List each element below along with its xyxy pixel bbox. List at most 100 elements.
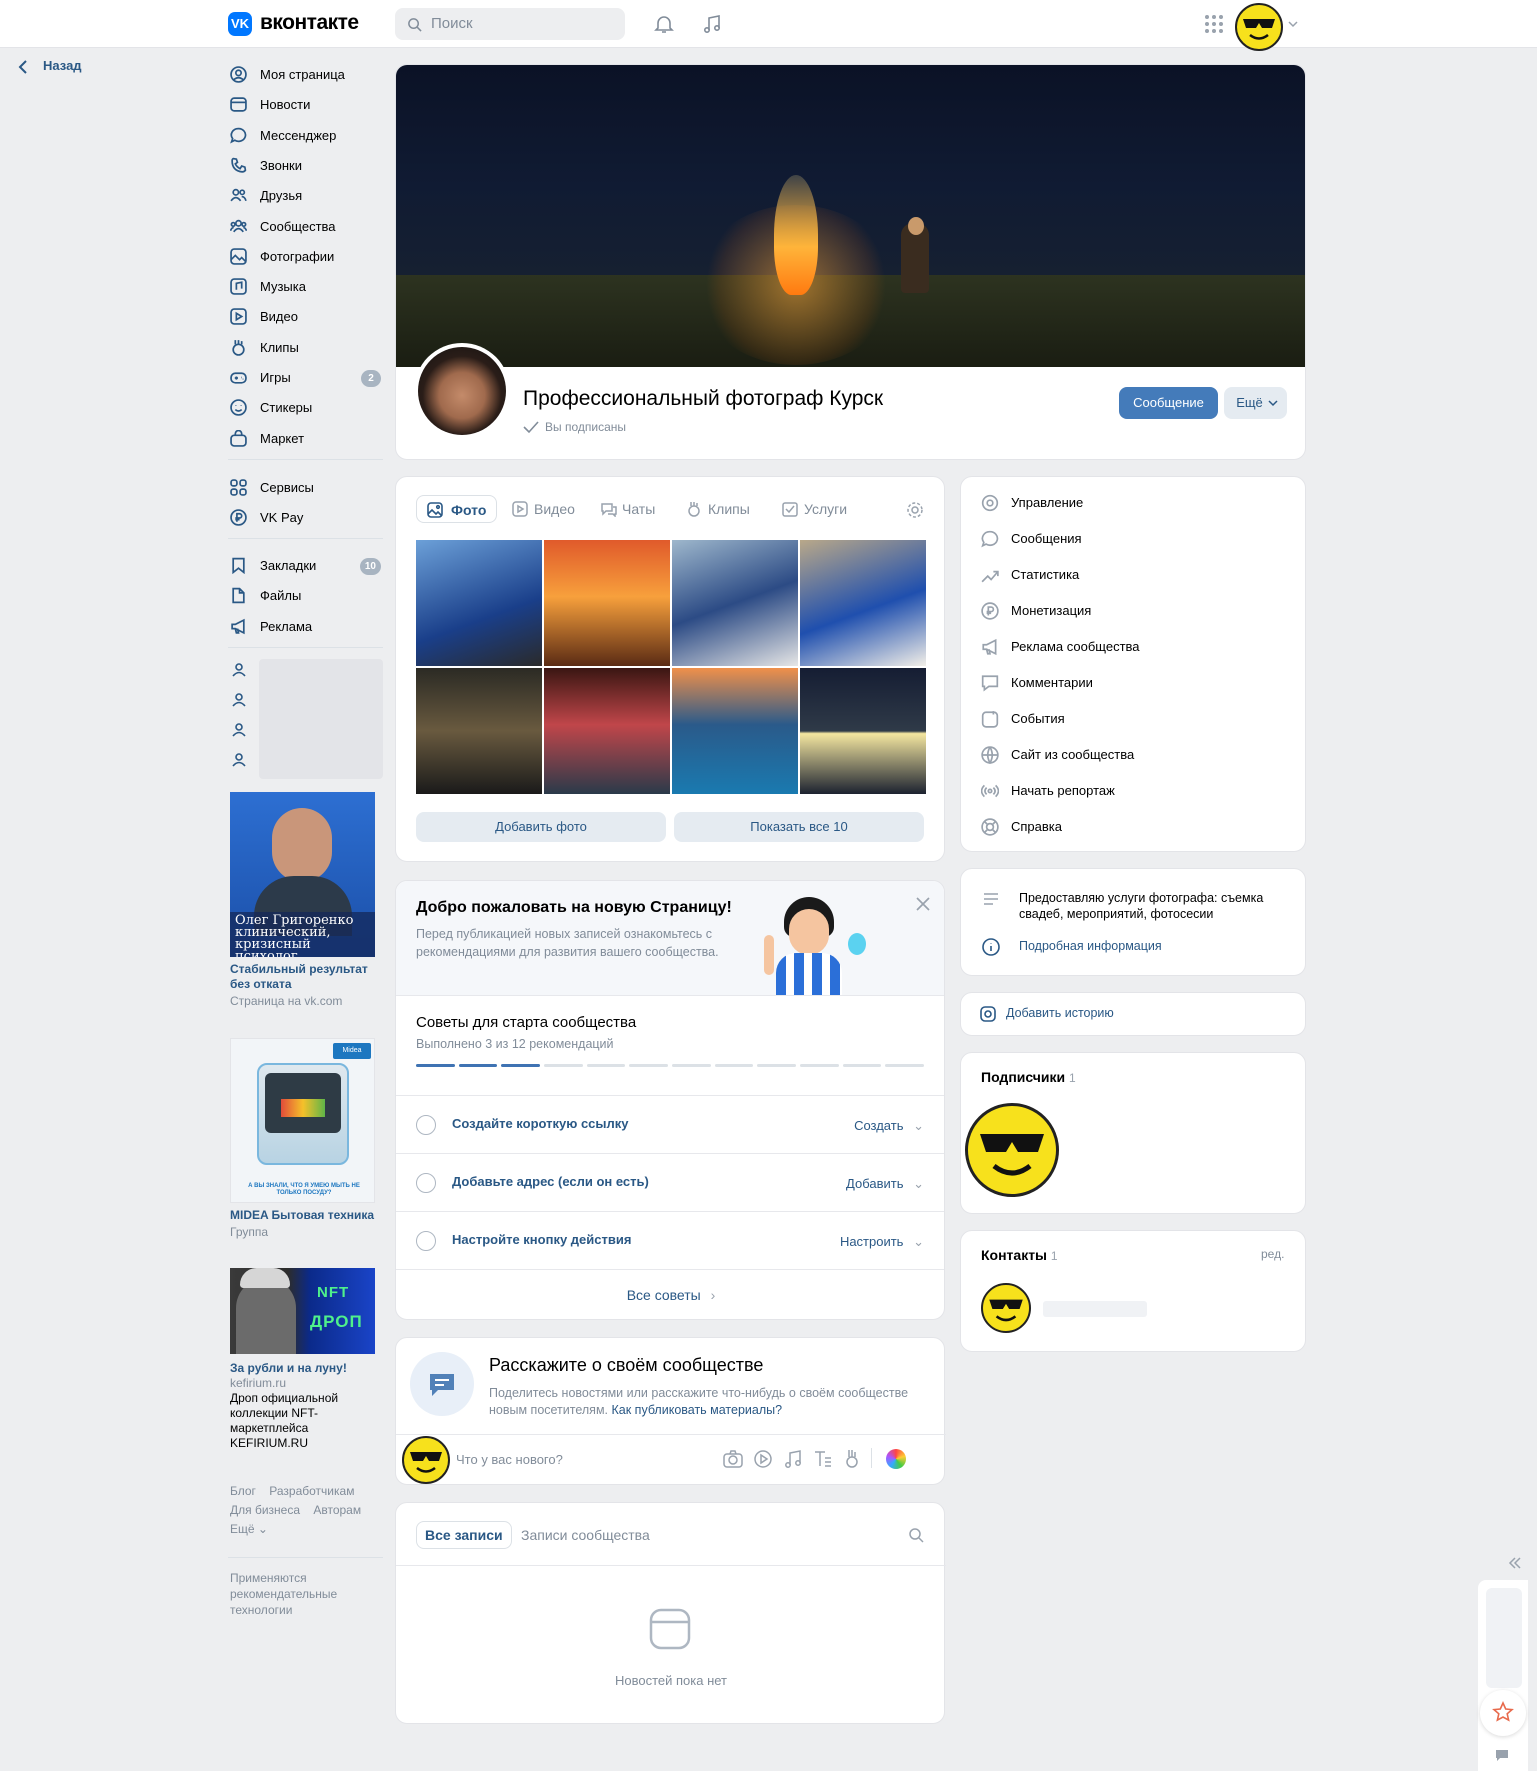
ad-block[interactable]: Midea А ВЫ ЗНАЛИ, ЧТО Я УМЕЮ МЫТЬ НЕ ТОЛ… — [230, 1038, 375, 1240]
sidebar-item-vkpay[interactable]: VK Pay — [228, 503, 383, 533]
tip-radio[interactable] — [416, 1231, 436, 1251]
sidebar-item-photos[interactable]: Фотографии — [228, 242, 383, 272]
sidebar-item-clips[interactable]: Клипы — [228, 333, 383, 363]
management-item-message[interactable]: Сообщения — [981, 521, 1281, 557]
sidebar-item-user-circle[interactable]: Моя страница — [228, 60, 383, 90]
footer-link-developers[interactable]: Разработчикам — [269, 1484, 354, 1498]
group-icon[interactable] — [230, 662, 248, 678]
video-icon[interactable] — [754, 1450, 772, 1468]
group-icon[interactable] — [230, 752, 248, 768]
sidebar-item-phone[interactable]: Звонки — [228, 151, 383, 181]
camera-icon[interactable] — [723, 1450, 743, 1468]
tip-row[interactable]: Настройте кнопку действия Настроить ⌄ — [396, 1211, 944, 1269]
more-info-link[interactable]: Подробная информация — [1019, 939, 1162, 953]
composer-input[interactable]: Что у вас нового? — [456, 1452, 563, 1467]
music-note-icon[interactable] — [700, 12, 724, 36]
publish-help-link[interactable]: Как публиковать материалы? — [612, 1403, 783, 1417]
tip-radio[interactable] — [416, 1115, 436, 1135]
photo-thumbnail[interactable] — [672, 540, 798, 666]
apps-grid-icon[interactable] — [1204, 14, 1224, 34]
tip-action[interactable]: Создать ⌄ — [854, 1118, 924, 1134]
subscriber-avatar[interactable] — [965, 1103, 1059, 1197]
ad-title[interactable]: Стабильный результат без отката — [230, 962, 375, 992]
user-avatar[interactable] — [1235, 3, 1283, 51]
sidebar-item-file[interactable]: Файлы — [228, 581, 383, 611]
photo-thumbnail[interactable] — [800, 540, 926, 666]
message-button[interactable]: Сообщение — [1119, 387, 1218, 419]
logo-text[interactable]: вконтакте — [260, 11, 359, 35]
management-item-calendar[interactable]: События — [981, 701, 1281, 737]
sidebar-item-video[interactable]: Видео — [228, 302, 383, 332]
contact-avatar[interactable] — [981, 1283, 1031, 1333]
tip-radio[interactable] — [416, 1173, 436, 1193]
ad-title[interactable]: MIDEA Бытовая техника — [230, 1208, 375, 1223]
edit-contacts-link[interactable]: ред. — [1261, 1247, 1284, 1261]
tab-photo[interactable]: Фото — [416, 495, 498, 523]
sidebar-item-communities[interactable]: Сообщества — [228, 212, 383, 242]
sidebar-item-bookmark[interactable]: Закладки 10 — [228, 551, 383, 581]
management-item-ruble[interactable]: Монетизация — [981, 593, 1281, 629]
management-item-megaphone[interactable]: Реклама сообщества — [981, 629, 1281, 665]
sidebar-item-stickers[interactable]: Стикеры — [228, 393, 383, 423]
sidebar-item-services[interactable]: Сервисы — [228, 473, 383, 503]
profile-avatar[interactable] — [414, 343, 510, 439]
story-card[interactable]: Добавить историю — [960, 992, 1306, 1036]
tab-clips[interactable]: Клипы — [684, 495, 750, 523]
bell-icon[interactable] — [652, 12, 676, 36]
tip-label[interactable]: Добавьте адрес (если он есть) — [452, 1174, 649, 1189]
tip-label[interactable]: Создайте короткую ссылку — [452, 1116, 629, 1131]
ad-block[interactable]: Олег Григоренко клинический, кризисный п… — [230, 792, 375, 1009]
ai-assistant-icon[interactable] — [886, 1449, 906, 1469]
subscribers-header[interactable]: Подписчики 1 — [981, 1069, 1076, 1085]
sidebar-item-message[interactable]: Мессенджер — [228, 121, 383, 151]
clips-icon[interactable] — [844, 1449, 860, 1469]
add-story-link[interactable]: Добавить историю — [1006, 1006, 1114, 1020]
favorites-button[interactable] — [1480, 1690, 1526, 1736]
ad-block[interactable]: NFT ДРОП За рубли и на луну! kefirium.ru… — [230, 1268, 375, 1451]
search-icon[interactable] — [908, 1527, 924, 1543]
sidebar-item-music[interactable]: Музыка — [228, 272, 383, 302]
more-button[interactable]: Ещё — [1224, 387, 1287, 419]
footer-link-business[interactable]: Для бизнеса — [230, 1503, 300, 1517]
photo-thumbnail[interactable] — [416, 540, 542, 666]
tab-chats[interactable]: Чаты — [598, 495, 655, 523]
tab-community-posts[interactable]: Записи сообщества — [521, 1521, 650, 1549]
sidebar-item-market[interactable]: Маркет — [228, 424, 383, 454]
management-item-settings[interactable]: Управление — [981, 485, 1281, 521]
sidebar-item-friends[interactable]: Друзья — [228, 181, 383, 211]
sidebar-item-newsfeed[interactable]: Новости — [228, 90, 383, 120]
footer-link-more[interactable]: Ещё — [230, 1522, 255, 1536]
chevron-down-icon[interactable] — [1288, 20, 1298, 28]
photo-thumbnail[interactable] — [544, 540, 670, 666]
tab-video[interactable]: Видео — [510, 495, 575, 523]
vk-logo-icon[interactable]: VK — [228, 12, 252, 36]
all-tips-link[interactable]: Все советы › — [396, 1269, 944, 1319]
music-icon[interactable] — [784, 1449, 802, 1469]
chat-icon[interactable] — [1494, 1748, 1510, 1762]
tip-action[interactable]: Добавить ⌄ — [846, 1176, 924, 1192]
photo-thumbnail[interactable] — [544, 668, 670, 794]
composer-avatar[interactable] — [402, 1436, 450, 1484]
settings-gear-icon[interactable] — [906, 501, 924, 519]
footer-link-blog[interactable]: Блог — [230, 1484, 256, 1498]
management-item-live[interactable]: Начать репортаж — [981, 773, 1281, 809]
photo-thumbnail[interactable] — [800, 668, 926, 794]
ad-title[interactable]: За рубли и на луну! — [230, 1361, 375, 1376]
add-photo-button[interactable]: Добавить фото — [416, 812, 666, 842]
tab-services[interactable]: Услуги — [780, 495, 847, 523]
photo-thumbnail[interactable] — [672, 668, 798, 794]
tab-all-posts[interactable]: Все записи — [416, 1521, 512, 1549]
management-item-help[interactable]: Справка — [981, 809, 1281, 845]
cover-image[interactable] — [396, 65, 1305, 367]
management-item-stats[interactable]: Статистика — [981, 557, 1281, 593]
tip-action[interactable]: Настроить ⌄ — [840, 1234, 924, 1250]
group-icon[interactable] — [230, 692, 248, 708]
tip-row[interactable]: Создайте короткую ссылку Создать ⌄ — [396, 1095, 944, 1153]
sidebar-item-games[interactable]: Игры 2 — [228, 363, 383, 393]
sidebar-item-ads[interactable]: Реклама — [228, 612, 383, 642]
photo-thumbnail[interactable] — [416, 668, 542, 794]
article-icon[interactable] — [814, 1450, 832, 1468]
management-item-globe[interactable]: Сайт из сообщества — [981, 737, 1281, 773]
recommendation-note[interactable]: Применяются рекомендательные технологии — [230, 1570, 355, 1618]
group-icon[interactable] — [230, 722, 248, 738]
